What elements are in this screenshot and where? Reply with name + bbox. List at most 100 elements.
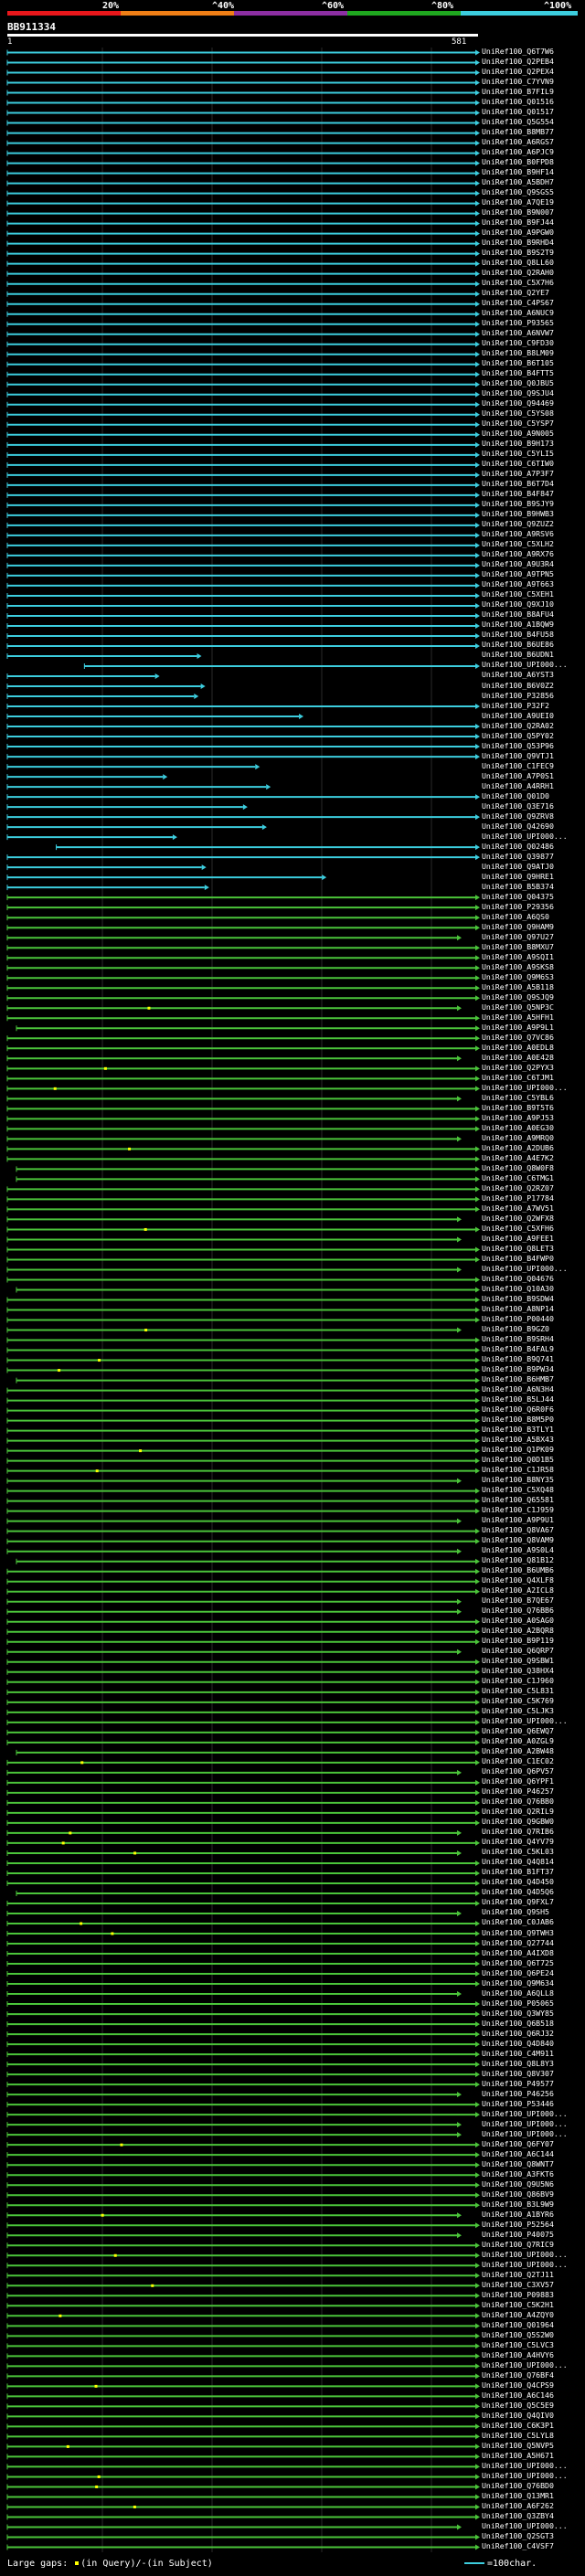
hit-label[interactable]: UniRef100_P17784 xyxy=(482,1193,554,1203)
hit-label[interactable]: UniRef100_Q6R0F6 xyxy=(482,1405,554,1414)
hit-label[interactable]: UniRef100_C5LVC3 xyxy=(482,2340,554,2349)
hit-label[interactable]: UniRef100_Q2RAH0 xyxy=(482,269,554,277)
hit-label[interactable]: UniRef100_UPI000... xyxy=(482,1264,568,1273)
hit-label[interactable]: UniRef100_UPI000... xyxy=(482,2119,568,2128)
hit-label[interactable]: UniRef100_B6T7D4 xyxy=(482,480,554,488)
hit-label[interactable]: UniRef100_Q2YE7 xyxy=(482,289,549,297)
hit-label[interactable]: UniRef100_Q39877 xyxy=(482,852,554,861)
hit-label[interactable]: UniRef100_A4E7K2 xyxy=(482,1153,554,1162)
hit-label[interactable]: UniRef100_Q4YV79 xyxy=(482,1838,554,1846)
hit-label[interactable]: UniRef100_A0EG30 xyxy=(482,1123,554,1132)
hit-label[interactable]: UniRef100_UPI000... xyxy=(482,661,568,669)
hit-label[interactable]: UniRef100_UPI000... xyxy=(482,2109,568,2118)
hit-label[interactable]: UniRef100_Q01517 xyxy=(482,108,554,116)
hit-label[interactable]: UniRef100_Q2RIL9 xyxy=(482,1807,554,1816)
hit-label[interactable]: UniRef100_P46256 xyxy=(482,2089,554,2098)
hit-label[interactable]: UniRef100_Q8L8Y3 xyxy=(482,2059,554,2068)
hit-label[interactable]: UniRef100_A9TPN5 xyxy=(482,570,554,578)
hit-label[interactable]: UniRef100_Q9VTJ1 xyxy=(482,751,554,760)
hit-label[interactable]: UniRef100_Q5PY02 xyxy=(482,731,554,740)
hit-label[interactable]: UniRef100_A7P0S1 xyxy=(482,771,554,780)
hit-label[interactable]: UniRef100_B9T5T6 xyxy=(482,1103,554,1112)
hit-label[interactable]: UniRef100_Q1PK09 xyxy=(482,1446,554,1454)
hit-label[interactable]: UniRef100_Q76BF4 xyxy=(482,2370,554,2380)
hit-label[interactable]: UniRef100_Q01516 xyxy=(482,98,554,106)
hit-label[interactable]: UniRef100_B1FT37 xyxy=(482,1868,554,1876)
hit-label[interactable]: UniRef100_A9RSV6 xyxy=(482,530,554,538)
hit-label[interactable]: UniRef100_A6C144 xyxy=(482,2149,554,2158)
hit-label[interactable]: UniRef100_P52564 xyxy=(482,2220,554,2229)
hit-label[interactable]: UniRef100_Q9HAM9 xyxy=(482,922,554,931)
hit-label[interactable]: UniRef100_P32856 xyxy=(482,691,554,700)
hit-label[interactable]: UniRef100_C5X7H6 xyxy=(482,279,554,287)
hit-label[interactable]: UniRef100_Q2RZ07 xyxy=(482,1183,554,1193)
hit-label[interactable]: UniRef100_B8MB77 xyxy=(482,128,554,136)
hit-label[interactable]: UniRef100_Q9GBW0 xyxy=(482,1818,554,1826)
hit-label[interactable]: UniRef100_Q9SBW1 xyxy=(482,1657,554,1665)
hit-label[interactable]: UniRef100_Q9SJU4 xyxy=(482,389,554,398)
hit-label[interactable]: UniRef100_B9S2T9 xyxy=(482,249,554,257)
hit-label[interactable]: UniRef100_A6YST3 xyxy=(482,671,554,679)
hit-label[interactable]: UniRef100_Q9ZUZ2 xyxy=(482,520,554,528)
hit-label[interactable]: UniRef100_Q53P96 xyxy=(482,741,554,750)
hit-label[interactable]: UniRef100_A9P9L1 xyxy=(482,1023,554,1032)
hit-label[interactable]: UniRef100_C5XEH1 xyxy=(482,590,554,599)
hit-label[interactable]: UniRef100_A5HFH1 xyxy=(482,1012,554,1022)
hit-label[interactable]: UniRef100_C0JAB6 xyxy=(482,1918,554,1926)
hit-label[interactable]: UniRef100_Q8V307 xyxy=(482,2069,554,2078)
hit-label[interactable]: UniRef100_P09883 xyxy=(482,2290,554,2299)
hit-label[interactable]: UniRef100_C5YS08 xyxy=(482,409,554,418)
hit-label[interactable]: UniRef100_C1JR58 xyxy=(482,1466,554,1474)
hit-label[interactable]: UniRef100_Q8WNT7 xyxy=(482,2159,554,2168)
hit-label[interactable]: UniRef100_P32F2 xyxy=(482,701,549,710)
hit-label[interactable]: UniRef100_Q7RIB6 xyxy=(482,1828,554,1836)
hit-label[interactable]: UniRef100_C5L831 xyxy=(482,1687,554,1695)
hit-label[interactable]: UniRef100_A9MRQ0 xyxy=(482,1133,554,1142)
hit-label[interactable]: UniRef100_C5YSP7 xyxy=(482,419,554,428)
hit-label[interactable]: UniRef100_Q4D840 xyxy=(482,2039,554,2048)
hit-label[interactable]: UniRef100_B8AFU4 xyxy=(482,610,554,619)
hit-label[interactable]: UniRef100_B9FJ44 xyxy=(482,218,554,227)
hit-label[interactable]: UniRef100_A0EDL8 xyxy=(482,1043,554,1052)
hit-label[interactable]: UniRef100_A4RRH1 xyxy=(482,781,554,790)
hit-label[interactable]: UniRef100_C5LYL8 xyxy=(482,2431,554,2440)
hit-label[interactable]: UniRef100_P53446 xyxy=(482,2099,554,2108)
hit-label[interactable]: UniRef100_C5YLI5 xyxy=(482,450,554,458)
hit-label[interactable]: UniRef100_Q9SJQ9 xyxy=(482,992,554,1002)
hit-label[interactable]: UniRef100_B9RHD4 xyxy=(482,239,554,247)
hit-label[interactable]: UniRef100_A1BYR6 xyxy=(482,2210,554,2219)
hit-label[interactable]: UniRef100_Q2SGT3 xyxy=(482,2531,554,2540)
hit-label[interactable]: UniRef100_B9GZ0 xyxy=(482,1325,549,1333)
hit-label[interactable]: UniRef100_Q76BB0 xyxy=(482,1797,554,1806)
hit-label[interactable]: UniRef100_UPI000... xyxy=(482,1717,568,1725)
hit-label[interactable]: UniRef100_Q6PV57 xyxy=(482,1767,554,1776)
hit-label[interactable]: UniRef100_Q6QRP7 xyxy=(482,1647,554,1655)
hit-label[interactable]: UniRef100_A5B118 xyxy=(482,982,554,991)
hit-label[interactable]: UniRef100_Q9HRE1 xyxy=(482,872,554,881)
hit-label[interactable]: UniRef100_Q38HX4 xyxy=(482,1667,554,1675)
hit-label[interactable]: UniRef100_B9PW34 xyxy=(482,1365,554,1373)
hit-label[interactable]: UniRef100_A9SQI1 xyxy=(482,952,554,961)
hit-label[interactable]: UniRef100_UPI000... xyxy=(482,2521,568,2530)
hit-label[interactable]: UniRef100_A6PJC9 xyxy=(482,148,554,156)
hit-label[interactable]: UniRef100_Q5S2W0 xyxy=(482,2330,554,2339)
hit-label[interactable]: UniRef100_A6N3H4 xyxy=(482,1385,554,1394)
hit-label[interactable]: UniRef100_B8NY35 xyxy=(482,1476,554,1484)
hit-label[interactable]: UniRef100_B9SRH4 xyxy=(482,1335,554,1343)
hit-label[interactable]: UniRef100_B9H173 xyxy=(482,440,554,448)
hit-label[interactable]: UniRef100_B4FTT5 xyxy=(482,369,554,377)
hit-label[interactable]: UniRef100_UPI000... xyxy=(482,2260,568,2269)
hit-label[interactable]: UniRef100_C4PS67 xyxy=(482,299,554,307)
hit-label[interactable]: UniRef100_Q10A30 xyxy=(482,1284,554,1293)
hit-label[interactable]: UniRef100_B5B374 xyxy=(482,882,554,891)
hit-label[interactable]: UniRef100_B6UE86 xyxy=(482,641,554,649)
hit-label[interactable]: UniRef100_A9N005 xyxy=(482,429,554,438)
hit-label[interactable]: UniRef100_C6TJM1 xyxy=(482,1073,554,1082)
hit-label[interactable]: UniRef100_Q9ZRV8 xyxy=(482,811,554,821)
hit-label[interactable]: UniRef100_A1BQW9 xyxy=(482,620,554,629)
hit-label[interactable]: UniRef100_B3TLY1 xyxy=(482,1426,554,1434)
hit-label[interactable]: UniRef100_B4FAL9 xyxy=(482,1345,554,1353)
hit-label[interactable]: UniRef100_Q76BD0 xyxy=(482,2481,554,2490)
hit-label[interactable]: UniRef100_Q4D450 xyxy=(482,1878,554,1886)
hit-label[interactable]: UniRef100_A4HVY6 xyxy=(482,2350,554,2359)
